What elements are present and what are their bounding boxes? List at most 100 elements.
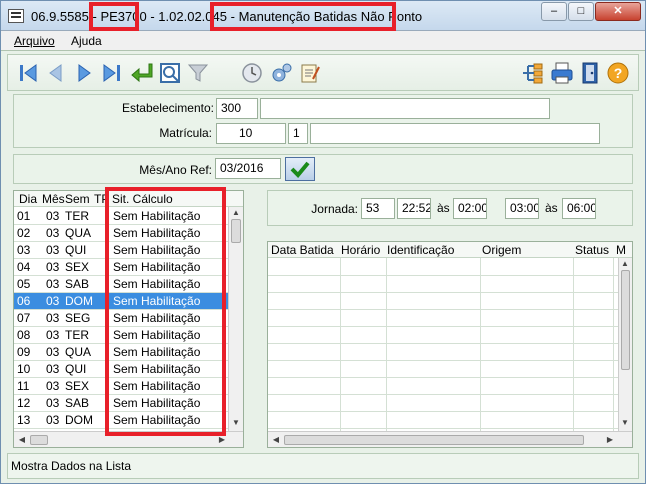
cell-mes: 03: [46, 294, 60, 308]
batidas-vscroll[interactable]: ▲ ▼: [618, 258, 632, 431]
jornada-time3-field: 03:00: [505, 198, 539, 219]
jornada-panel: Jornada: 53 22:52 às 02:00 03:00 às 06:0…: [267, 190, 633, 226]
menu-ajuda[interactable]: Ajuda: [71, 34, 102, 48]
col-identificacao[interactable]: Identificação: [387, 243, 454, 257]
cell-dia: 03: [17, 243, 31, 257]
cell-sem: TER: [65, 209, 89, 223]
cell-dia: 10: [17, 362, 31, 376]
estab-label: Estabelecimento:: [121, 101, 214, 115]
cell-dia: 13: [17, 413, 31, 427]
last-icon[interactable]: [100, 61, 124, 85]
days-scroll-thumb[interactable]: [231, 219, 241, 243]
col-origem[interactable]: Origem: [482, 243, 521, 257]
cell-sem: QUI: [65, 362, 87, 376]
cell-mes: 03: [46, 396, 60, 410]
highlight-sit-calculo: [105, 187, 226, 436]
scroll-right-icon[interactable]: ▶: [216, 435, 228, 444]
cell-sem: DOM: [65, 413, 93, 427]
col-data-batida[interactable]: Data Batida: [271, 243, 334, 257]
gears-icon[interactable]: [270, 61, 294, 85]
tree-icon[interactable]: [520, 61, 544, 85]
cell-mes: 03: [46, 260, 60, 274]
cell-dia: 01: [17, 209, 31, 223]
cell-sem: SAB: [65, 277, 90, 291]
exit-icon[interactable]: [578, 61, 602, 85]
clock-icon[interactable]: [240, 61, 264, 85]
cell-mes: 03: [46, 345, 60, 359]
cell-dia: 04: [17, 260, 31, 274]
notes-icon[interactable]: [298, 61, 322, 85]
days-vscroll[interactable]: ▲ ▼: [228, 207, 243, 431]
goto-icon[interactable]: [130, 61, 154, 85]
col-sem[interactable]: Sem: [65, 192, 90, 206]
jornada-time1-field: 22:52: [397, 198, 431, 219]
title-code: 06.9.5585: [31, 9, 89, 24]
cell-mes: 03: [46, 243, 60, 257]
scroll-right-icon[interactable]: ▶: [604, 435, 616, 444]
matricula-field[interactable]: 10: [216, 123, 286, 144]
title-separator: -: [150, 9, 155, 24]
mesano-label: Mês/Ano Ref:: [139, 163, 212, 177]
jornada-time2-field: 02:00: [453, 198, 487, 219]
confirm-button[interactable]: [285, 157, 315, 181]
period-panel: Mês/Ano Ref: 03/2016: [13, 154, 633, 184]
cell-mes: 03: [46, 413, 60, 427]
status-text: Mostra Dados na Lista: [11, 459, 132, 473]
zoom-icon[interactable]: [158, 61, 182, 85]
matricula-name-field: [310, 123, 600, 144]
jornada-as-label: às: [545, 201, 558, 215]
cell-mes: 03: [46, 311, 60, 325]
cell-dia: 08: [17, 328, 31, 342]
cell-mes: 03: [46, 226, 60, 240]
batidas-hscroll-thumb[interactable]: [284, 435, 584, 445]
menu-arquivo[interactable]: Arquivo: [14, 34, 55, 48]
prev-icon[interactable]: [44, 61, 68, 85]
col-dia[interactable]: Dia: [19, 192, 37, 206]
maximize-button[interactable]: □: [568, 2, 594, 21]
col-status[interactable]: Status: [575, 243, 609, 257]
batidas-hscroll[interactable]: ◀ ▶: [268, 431, 632, 447]
toolbar: ?: [7, 54, 639, 91]
cell-dia: 07: [17, 311, 31, 325]
batidas-scroll-thumb[interactable]: [621, 270, 630, 370]
scroll-down-icon[interactable]: ▼: [230, 418, 242, 427]
close-button[interactable]: ✕: [595, 2, 641, 21]
cell-mes: 03: [46, 379, 60, 393]
col-m[interactable]: M: [616, 243, 626, 257]
first-icon[interactable]: [16, 61, 40, 85]
scroll-left-icon[interactable]: ◀: [16, 435, 28, 444]
col-horario[interactable]: Horário: [341, 243, 380, 257]
scroll-left-icon[interactable]: ◀: [270, 435, 282, 444]
cell-sem: QUA: [65, 226, 92, 240]
jornada-label: Jornada:: [311, 202, 358, 216]
minimize-button[interactable]: –: [541, 2, 567, 21]
menu-bar: Arquivo Ajuda: [1, 31, 645, 51]
scroll-up-icon[interactable]: ▲: [230, 208, 242, 217]
col-mes[interactable]: Mês: [42, 192, 65, 206]
cell-sem: QUI: [65, 243, 87, 257]
estab-field[interactable]: 300: [216, 98, 258, 119]
app-icon: [8, 9, 24, 23]
table-row: [268, 344, 618, 361]
table-row: [268, 293, 618, 310]
cell-dia: 06: [17, 294, 31, 308]
table-row: [268, 361, 618, 378]
next-icon[interactable]: [72, 61, 96, 85]
print-icon[interactable]: [550, 61, 574, 85]
batidas-grid-header: Data Batida Horário Identificação Origem…: [268, 242, 632, 258]
cell-sem: SAB: [65, 396, 90, 410]
cell-dia: 05: [17, 277, 31, 291]
cell-mes: 03: [46, 328, 60, 342]
mesano-field[interactable]: 03/2016: [215, 158, 281, 179]
table-row: [268, 395, 618, 412]
cell-dia: 02: [17, 226, 31, 240]
cell-sem: DOM: [65, 294, 93, 308]
scroll-up-icon[interactable]: ▲: [619, 259, 631, 268]
checkmark-icon: [290, 161, 310, 178]
cell-mes: 03: [46, 362, 60, 376]
days-hscroll-thumb[interactable]: [30, 435, 48, 445]
cell-mes: 03: [46, 209, 60, 223]
scroll-down-icon[interactable]: ▼: [619, 418, 631, 427]
help-icon[interactable]: ?: [606, 61, 630, 85]
filter-icon[interactable]: [186, 61, 210, 85]
